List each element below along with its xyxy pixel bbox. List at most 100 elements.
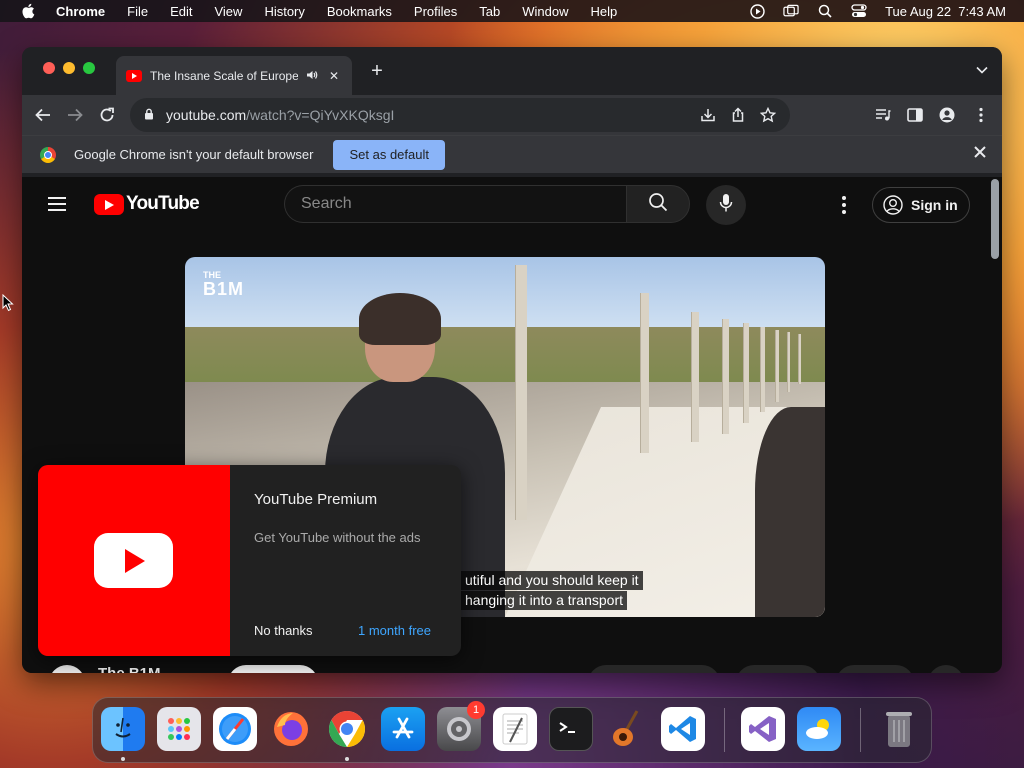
settings-more-vertical-icon[interactable] — [834, 195, 854, 215]
infobar-message: Google Chrome isn't your default browser — [74, 147, 314, 162]
share-button[interactable] — [736, 665, 820, 673]
menu-edit[interactable]: Edit — [170, 4, 192, 19]
menu-file[interactable]: File — [127, 4, 148, 19]
channel-avatar[interactable] — [49, 665, 85, 673]
screen-mirroring-icon[interactable] — [783, 4, 799, 18]
youtube-wordmark: YouTube — [126, 193, 200, 214]
back-arrow-icon[interactable] — [34, 106, 52, 124]
dock: 1 — [92, 697, 932, 763]
menu-history[interactable]: History — [264, 4, 304, 19]
media-queue-icon[interactable] — [874, 106, 892, 124]
app-store-icon[interactable] — [381, 707, 425, 751]
premium-banner — [38, 465, 230, 656]
watermark-b1m: B1M — [203, 279, 245, 299]
fence-post — [775, 330, 779, 402]
minimize-window-button[interactable] — [63, 62, 75, 74]
forward-arrow-icon[interactable] — [66, 106, 84, 124]
tab-active[interactable]: The Insane Scale of Europe ✕ — [116, 56, 352, 95]
dock-separator — [860, 708, 861, 752]
kebab-menu-icon[interactable] — [972, 106, 990, 124]
share-icon[interactable] — [730, 107, 746, 126]
scrollbar-thumb[interactable] — [991, 179, 999, 259]
subscribe-button[interactable] — [228, 665, 318, 673]
settings-notification-badge: 1 — [467, 701, 485, 719]
lock-icon[interactable] — [144, 107, 156, 123]
voice-search-button[interactable] — [706, 185, 746, 225]
like-dislike-button[interactable] — [588, 665, 720, 673]
fence-post — [798, 334, 801, 384]
garageband-icon[interactable] — [605, 707, 649, 751]
menu-profiles[interactable]: Profiles — [414, 4, 457, 19]
search-icon — [648, 192, 668, 217]
visual-studio-icon[interactable] — [741, 707, 785, 751]
menu-tab[interactable]: Tab — [479, 4, 500, 19]
zoom-window-button[interactable] — [83, 62, 95, 74]
download-button[interactable] — [836, 665, 914, 673]
control-center-icon[interactable] — [851, 4, 867, 18]
caption-line-1: utiful and you should keep it — [461, 571, 643, 590]
tab-title: The Insane Scale of Europe — [150, 68, 298, 83]
chrome-logo-icon — [40, 146, 56, 163]
sign-in-label: Sign in — [911, 197, 958, 213]
page-scrollbar[interactable] — [988, 177, 1002, 673]
safari-icon[interactable] — [213, 707, 257, 751]
set-as-default-button[interactable]: Set as default — [333, 139, 445, 170]
finder-icon[interactable] — [101, 707, 145, 751]
close-window-button[interactable] — [43, 62, 55, 74]
close-tab-icon[interactable]: ✕ — [326, 69, 342, 83]
tab-strip: The Insane Scale of Europe ✕ + — [22, 47, 1002, 95]
trash-icon[interactable] — [877, 707, 921, 751]
system-settings-icon[interactable]: 1 — [437, 701, 485, 751]
fence-post — [787, 332, 790, 392]
visual-studio-code-icon[interactable] — [661, 707, 705, 751]
account-circle-icon — [883, 195, 903, 215]
search-button[interactable] — [626, 185, 690, 223]
no-thanks-button[interactable]: No thanks — [254, 623, 313, 638]
menu-app-name[interactable]: Chrome — [56, 4, 105, 19]
tab-search-chevron-down-icon[interactable] — [976, 63, 988, 77]
launchpad-icon[interactable] — [157, 707, 201, 751]
new-tab-icon[interactable]: + — [367, 61, 387, 81]
fence-post — [760, 327, 765, 412]
firefox-icon[interactable] — [269, 707, 313, 751]
youtube-play-icon — [94, 533, 173, 588]
channel-name[interactable]: The B1M — [98, 665, 161, 673]
youtube-favicon-icon — [126, 69, 142, 82]
youtube-logo[interactable]: YouTube — [94, 193, 200, 215]
media-play-icon[interactable] — [749, 3, 765, 19]
close-infobar-icon[interactable] — [974, 145, 986, 162]
hamburger-menu-icon[interactable] — [48, 197, 66, 211]
search-input[interactable]: Search — [284, 185, 626, 223]
reload-icon[interactable] — [98, 106, 116, 124]
fence-post — [515, 265, 527, 520]
video-person-edge — [755, 407, 825, 617]
dock-separator — [724, 708, 725, 752]
profile-avatar-icon[interactable] — [938, 106, 956, 124]
youtube-play-logo-icon — [94, 193, 124, 215]
bookmark-star-icon[interactable] — [759, 106, 777, 126]
video-frame-hill — [185, 327, 825, 387]
channel-watermark: THE B1M — [203, 271, 245, 299]
apple-menu-icon[interactable] — [18, 3, 38, 19]
speaker-audio-icon[interactable] — [304, 69, 320, 83]
weather-icon[interactable] — [797, 707, 841, 751]
fence-post — [691, 312, 699, 442]
more-actions-button[interactable] — [928, 665, 964, 673]
mouse-cursor-icon — [2, 294, 14, 312]
address-bar[interactable]: youtube.com/watch?v=QiYvXKQksgI — [130, 98, 790, 132]
textedit-icon[interactable] — [493, 707, 537, 751]
side-panel-icon[interactable] — [906, 106, 924, 124]
spotlight-search-icon[interactable] — [817, 4, 833, 18]
sign-in-button[interactable]: Sign in — [872, 187, 970, 223]
menu-help[interactable]: Help — [591, 4, 618, 19]
menu-view[interactable]: View — [214, 4, 242, 19]
one-month-free-button[interactable]: 1 month free — [358, 623, 431, 638]
terminal-icon[interactable] — [549, 707, 593, 751]
install-download-icon[interactable] — [700, 107, 716, 126]
menubar-clock[interactable]: Tue Aug 22 7:43 AM — [885, 4, 1006, 19]
menu-bookmarks[interactable]: Bookmarks — [327, 4, 392, 19]
premium-subtitle: Get YouTube without the ads — [254, 530, 421, 545]
menu-window[interactable]: Window — [522, 4, 568, 19]
premium-title: YouTube Premium — [254, 491, 378, 508]
chrome-icon[interactable] — [325, 707, 369, 751]
